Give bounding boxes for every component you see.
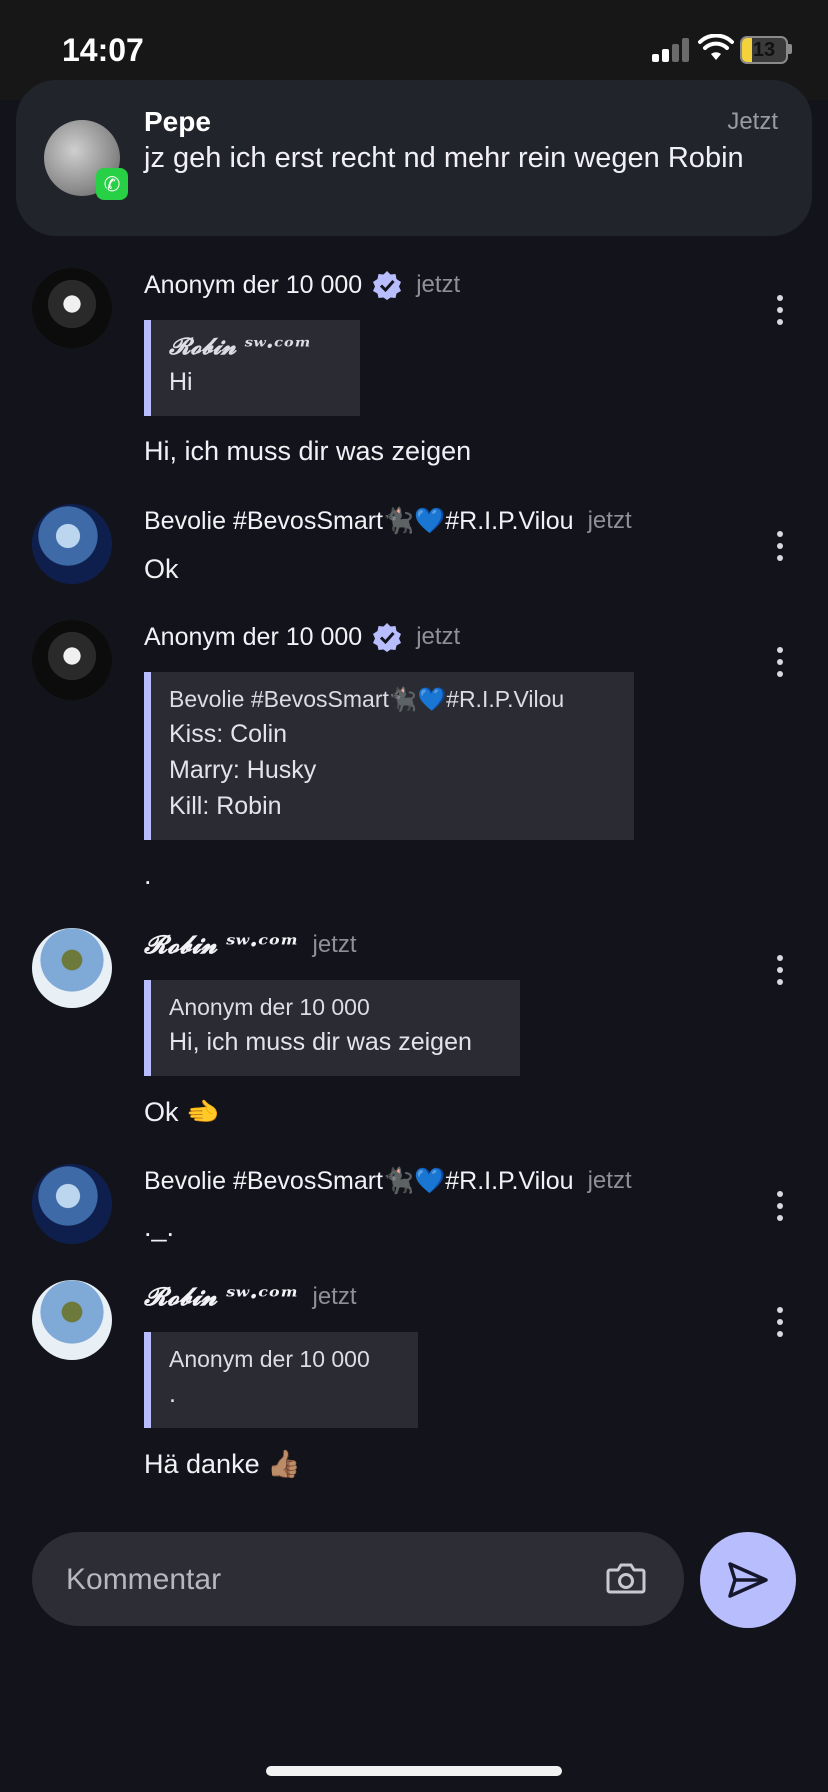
avatar[interactable] bbox=[32, 1280, 112, 1360]
more-options-icon[interactable] bbox=[760, 526, 800, 566]
quote-author: Bevolie #BevosSmart🐈‍⬛💙#R.I.P.Vilou bbox=[169, 686, 565, 712]
quote-author: 𝓡𝓸𝓫𝓲𝓷 ˢʷ·ᶜᵒᵐ bbox=[169, 333, 312, 360]
quote-line: Hi, ich muss dir was zeigen bbox=[169, 1028, 472, 1056]
avatar[interactable] bbox=[32, 1164, 112, 1244]
verified-badge-icon bbox=[373, 623, 402, 652]
quoted-reply[interactable]: Bevolie #BevosSmart🐈‍⬛💙#R.I.P.Vilou Kiss… bbox=[144, 672, 634, 840]
cellular-signal-icon bbox=[652, 36, 692, 62]
quoted-reply[interactable]: 𝓡𝓸𝓫𝓲𝓷 ˢʷ·ᶜᵒᵐ Hi bbox=[144, 320, 360, 416]
notification-time: Jetzt bbox=[727, 108, 778, 135]
comment-author[interactable]: Anonym der 10 000 bbox=[144, 271, 362, 300]
quote-line: Kiss: Colin bbox=[169, 720, 288, 748]
whatsapp-icon: ✆ bbox=[96, 168, 128, 200]
notification-message: jz geh ich erst recht nd mehr rein wegen… bbox=[144, 142, 744, 174]
comment-input[interactable] bbox=[64, 1556, 568, 1604]
battery-level: 13 bbox=[752, 39, 776, 61]
comment-author[interactable]: Anonym der 10 000 bbox=[144, 623, 362, 652]
avatar[interactable] bbox=[32, 928, 112, 1008]
comment-composer bbox=[32, 1532, 684, 1626]
notification-sender: Pepe bbox=[144, 106, 211, 137]
quote-line: Marry: Husky bbox=[169, 756, 317, 784]
comment-text: Ok bbox=[144, 554, 179, 584]
more-options-icon[interactable] bbox=[760, 290, 800, 330]
status-time: 14:07 bbox=[62, 32, 144, 68]
verified-badge-icon bbox=[373, 271, 402, 300]
comment-text: Hi, ich muss dir was zeigen bbox=[144, 436, 472, 466]
avatar[interactable] bbox=[32, 620, 112, 700]
quote-author: Anonym der 10 000 bbox=[169, 994, 370, 1020]
more-options-icon[interactable] bbox=[760, 1186, 800, 1226]
wifi-icon bbox=[698, 34, 734, 60]
comment-text: ._. bbox=[144, 1212, 175, 1242]
avatar[interactable] bbox=[32, 268, 112, 348]
quote-line: . bbox=[169, 1380, 176, 1408]
comment-author[interactable]: 𝓡𝓸𝓫𝓲𝓷 ˢʷ·ᶜᵒᵐ bbox=[144, 930, 299, 960]
comment-text: . bbox=[144, 860, 152, 890]
comment-author[interactable]: 𝓡𝓸𝓫𝓲𝓷 ˢʷ·ᶜᵒᵐ bbox=[144, 1282, 299, 1312]
quote-line: Kill: Robin bbox=[169, 792, 282, 820]
more-options-icon[interactable] bbox=[760, 950, 800, 990]
comment-author[interactable]: Bevolie #BevosSmart🐈‍⬛💙#R.I.P.Vilou bbox=[144, 507, 574, 536]
comment-author[interactable]: Bevolie #BevosSmart🐈‍⬛💙#R.I.P.Vilou bbox=[144, 1167, 574, 1196]
comment-time: jetzt bbox=[312, 931, 357, 958]
comment-time: jetzt bbox=[416, 271, 461, 298]
comment-text: Ok 🫲 bbox=[144, 1097, 220, 1127]
battery-icon: 13 bbox=[740, 36, 788, 64]
quoted-reply[interactable]: Anonym der 10 000 . bbox=[144, 1332, 418, 1428]
comment-time: jetzt bbox=[416, 623, 461, 650]
quoted-reply[interactable]: Anonym der 10 000 Hi, ich muss dir was z… bbox=[144, 980, 520, 1076]
comment-time: jetzt bbox=[587, 507, 632, 534]
comment-text: Hä danke 👍🏽 bbox=[144, 1449, 301, 1479]
camera-icon[interactable] bbox=[604, 1556, 648, 1600]
quote-line: Hi bbox=[169, 368, 193, 396]
send-icon bbox=[728, 1562, 768, 1598]
notification-banner[interactable]: ✆ Pepe Jetzt jz geh ich erst recht nd me… bbox=[16, 80, 812, 236]
more-options-icon[interactable] bbox=[760, 1302, 800, 1342]
comment-time: jetzt bbox=[312, 1283, 357, 1310]
send-button[interactable] bbox=[700, 1532, 796, 1628]
home-indicator[interactable] bbox=[266, 1766, 562, 1776]
quote-author: Anonym der 10 000 bbox=[169, 1346, 370, 1372]
avatar[interactable] bbox=[32, 504, 112, 584]
comment-time: jetzt bbox=[587, 1167, 632, 1194]
more-options-icon[interactable] bbox=[760, 642, 800, 682]
